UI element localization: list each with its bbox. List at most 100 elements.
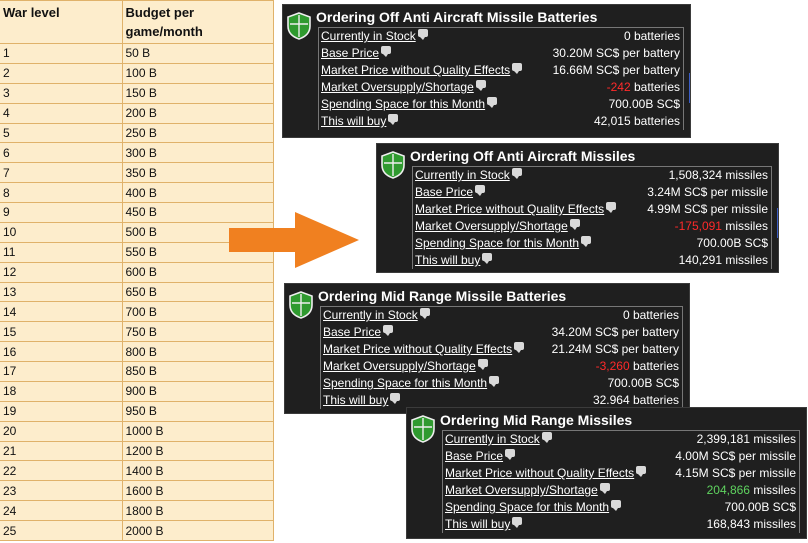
- row-label-group: Currently in Stock: [323, 307, 430, 324]
- market-oversupply-shortage-link[interactable]: Market Oversupply/Shortage: [415, 219, 568, 233]
- row-label-group: This will buy: [415, 252, 493, 269]
- panel-row-currently-in-stock: Currently in Stock 1,508,324 missiles: [413, 167, 771, 184]
- comment-icon[interactable]: [569, 219, 580, 230]
- comment-icon[interactable]: [489, 376, 500, 387]
- this-will-buy-link[interactable]: This will buy: [445, 517, 510, 531]
- base-price-link[interactable]: Base Price: [415, 185, 473, 199]
- shield-icon: [289, 291, 313, 319]
- this-will-buy-link[interactable]: This will buy: [323, 393, 388, 407]
- this-will-buy-link[interactable]: This will buy: [415, 253, 480, 267]
- shield-icon: [287, 12, 311, 40]
- spending-space-for-this-month-value: 700.00B SC$: [608, 97, 680, 111]
- table-row: 3 150 B: [0, 83, 274, 104]
- comment-icon[interactable]: [381, 46, 392, 57]
- comment-icon[interactable]: [512, 63, 523, 74]
- budget-cell: 300 B: [122, 142, 274, 164]
- spending-space-for-this-month-link[interactable]: Spending Space for this Month: [445, 500, 609, 514]
- table-row: 21 1200 B: [0, 441, 274, 462]
- comment-icon[interactable]: [511, 168, 522, 179]
- panel-row-base-price: Base Price 34.20M SC$ per battery: [321, 324, 682, 341]
- currently-in-stock-link[interactable]: Currently in Stock: [415, 168, 510, 182]
- budget-cell: 350 B: [122, 162, 274, 184]
- base-price-link[interactable]: Base Price: [445, 449, 503, 463]
- comment-icon[interactable]: [611, 500, 622, 511]
- row-label-group: Spending Space for this Month: [321, 96, 498, 113]
- table-row: 1 50 B: [0, 43, 274, 64]
- comment-icon[interactable]: [475, 80, 486, 91]
- market-price-without-quality-effects-link[interactable]: Market Price without Quality Effects: [445, 466, 634, 480]
- market-oversupply-shortage-link[interactable]: Market Oversupply/Shortage: [323, 359, 476, 373]
- comment-icon[interactable]: [581, 236, 592, 247]
- row-label-group: This will buy: [321, 113, 399, 130]
- comment-icon[interactable]: [505, 449, 516, 460]
- table-row: 18 900 B: [0, 381, 274, 402]
- row-label-group: Currently in Stock: [321, 28, 428, 45]
- comment-icon[interactable]: [475, 185, 486, 196]
- budget-cell: 750 B: [122, 321, 274, 343]
- comment-icon[interactable]: [482, 253, 493, 264]
- panel-row-this-will-buy: This will buy 168,843 missiles: [443, 516, 799, 533]
- base-price-link[interactable]: Base Price: [321, 46, 379, 60]
- spending-space-for-this-month-link[interactable]: Spending Space for this Month: [323, 376, 487, 390]
- comment-icon[interactable]: [477, 359, 488, 370]
- panel-rows: Currently in Stock 0 batteries Base Price 3…: [318, 27, 684, 130]
- this-will-buy-link[interactable]: This will buy: [321, 114, 386, 128]
- panel-row-market-price-without-quality-effects: Market Price without Quality Effects 4.99…: [413, 201, 771, 218]
- panel-row-base-price: Base Price 3.24M SC$ per missile: [413, 184, 771, 201]
- market-price-without-quality-effects-value: 21.24M SC$ per battery: [551, 342, 679, 356]
- comment-icon[interactable]: [514, 342, 525, 353]
- war-level-cell: 24: [0, 500, 123, 521]
- table-row: 13 650 B: [0, 282, 274, 303]
- comment-icon[interactable]: [417, 29, 428, 40]
- budget-cell: 1400 B: [122, 460, 274, 482]
- comment-icon[interactable]: [636, 466, 647, 477]
- panel-row-this-will-buy: This will buy 42,015 batteries: [319, 113, 683, 130]
- market-price-without-quality-effects-link[interactable]: Market Price without Quality Effects: [415, 202, 604, 216]
- table-row: 4 200 B: [0, 103, 274, 124]
- panel-row-spending-space-for-this-month: Spending Space for this Month 700.00B SC$: [319, 96, 683, 113]
- comment-icon[interactable]: [606, 202, 617, 213]
- table-row: 5 250 B: [0, 123, 274, 144]
- spending-space-for-this-month-value: 700.00B SC$: [607, 376, 679, 390]
- table-row: 2 100 B: [0, 63, 274, 84]
- currently-in-stock-link[interactable]: Currently in Stock: [445, 432, 540, 446]
- table-row: 8 400 B: [0, 182, 274, 203]
- comment-icon[interactable]: [390, 393, 401, 404]
- market-price-without-quality-effects-link[interactable]: Market Price without Quality Effects: [321, 63, 510, 77]
- spending-space-for-this-month-link[interactable]: Spending Space for this Month: [321, 97, 485, 111]
- market-price-without-quality-effects-value: 16.66M SC$ per battery: [552, 63, 680, 77]
- market-oversupply-shortage-link[interactable]: Market Oversupply/Shortage: [321, 80, 474, 94]
- panel-row-base-price: Base Price 30.20M SC$ per battery: [319, 45, 683, 62]
- comment-icon[interactable]: [419, 308, 430, 319]
- market-price-without-quality-effects-value: 4.15M SC$ per missile: [675, 466, 796, 480]
- budget-table: War level Budget per game/month 1 50 B 2 10…: [0, 0, 274, 541]
- row-label-group: Base Price: [321, 45, 392, 62]
- spending-space-for-this-month-link[interactable]: Spending Space for this Month: [415, 236, 579, 250]
- comment-icon[interactable]: [388, 114, 399, 125]
- currently-in-stock-link[interactable]: Currently in Stock: [321, 29, 416, 43]
- panel-rows: Currently in Stock 1,508,324 missiles Base…: [412, 166, 772, 269]
- currently-in-stock-link[interactable]: Currently in Stock: [323, 308, 418, 322]
- comment-icon[interactable]: [512, 517, 523, 528]
- market-price-without-quality-effects-link[interactable]: Market Price without Quality Effects: [323, 342, 512, 356]
- comment-icon[interactable]: [383, 325, 394, 336]
- order-panel-mid-range-batteries: Ordering Mid Range Missile Batteries Cur…: [284, 283, 690, 414]
- oversupply-number: -3,260: [595, 359, 630, 373]
- war-level-cell: 11: [0, 242, 123, 263]
- budget-cell: 850 B: [122, 361, 274, 382]
- war-level-cell: 4: [0, 103, 123, 124]
- market-oversupply-shortage-link[interactable]: Market Oversupply/Shortage: [445, 483, 598, 497]
- shield-icon: [381, 151, 405, 179]
- war-level-cell: 10: [0, 222, 123, 243]
- comment-icon[interactable]: [599, 483, 610, 494]
- order-panel-aa-missile-batteries: Ordering Off Anti Aircraft Missile Batte…: [282, 4, 691, 138]
- budget-cell: 250 B: [122, 123, 274, 144]
- table-row: 16 800 B: [0, 341, 274, 362]
- panel-rows: Currently in Stock 2,399,181 missiles Base…: [442, 430, 800, 533]
- table-row: 14 700 B: [0, 301, 274, 323]
- comment-icon[interactable]: [541, 432, 552, 443]
- base-price-link[interactable]: Base Price: [323, 325, 381, 339]
- table-row: 24 1800 B: [0, 500, 274, 521]
- war-level-cell: 12: [0, 262, 123, 283]
- comment-icon[interactable]: [487, 97, 498, 108]
